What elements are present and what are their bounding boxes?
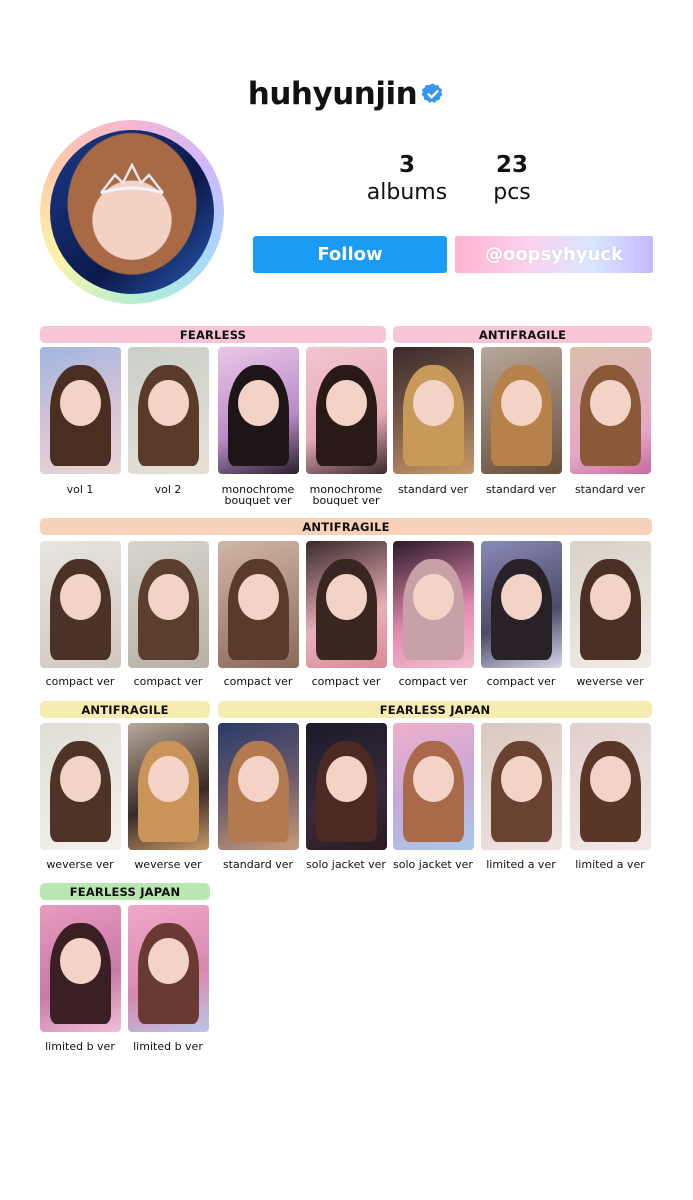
card-caption: limited b ver bbox=[133, 1040, 203, 1053]
card-caption: standard ver bbox=[574, 483, 646, 496]
photocard[interactable] bbox=[481, 347, 562, 474]
section-fearless-japan-2: FEARLESS JAPAN bbox=[40, 883, 210, 900]
card-caption: standard ver bbox=[222, 858, 294, 871]
photocard[interactable] bbox=[306, 541, 387, 668]
card-caption: compact ver bbox=[486, 675, 556, 688]
photocard[interactable] bbox=[393, 347, 474, 474]
card-caption: solo jacket ver bbox=[393, 858, 473, 871]
section-fearless-japan-1: FEARLESS JAPAN bbox=[218, 701, 652, 718]
photocard[interactable] bbox=[40, 723, 121, 850]
photocard[interactable] bbox=[306, 723, 387, 850]
albums-count: 3 bbox=[398, 152, 415, 178]
albums-stat[interactable]: 3 albums bbox=[365, 152, 449, 205]
card-caption: weverse ver bbox=[576, 675, 644, 688]
section-antifragile-2: ANTIFRAGILE bbox=[40, 518, 652, 535]
photocard[interactable] bbox=[218, 723, 299, 850]
card-caption: compact ver bbox=[45, 675, 115, 688]
card-caption: limited a ver bbox=[486, 858, 556, 871]
photocard[interactable] bbox=[128, 541, 209, 668]
card-caption: solo jacket ver bbox=[306, 858, 386, 871]
photocard[interactable] bbox=[40, 541, 121, 668]
follow-button[interactable]: Follow bbox=[253, 236, 447, 273]
card-caption: vol 2 bbox=[154, 483, 182, 496]
pcs-count: 23 bbox=[495, 152, 528, 178]
photocard[interactable] bbox=[40, 905, 121, 1032]
profile-header: huhyunjin bbox=[0, 74, 693, 114]
username: huhyunjin bbox=[247, 76, 418, 112]
verified-badge-icon bbox=[421, 83, 443, 103]
card-caption: weverse ver bbox=[134, 858, 202, 871]
card-caption: vol 1 bbox=[66, 483, 94, 496]
photocard[interactable] bbox=[570, 723, 651, 850]
photocard[interactable] bbox=[570, 347, 651, 474]
photocard[interactable] bbox=[128, 347, 209, 474]
photocard[interactable] bbox=[218, 347, 299, 474]
photocard[interactable] bbox=[481, 541, 562, 668]
photocard[interactable] bbox=[570, 541, 651, 668]
handle-button[interactable]: @oopsyhyuck bbox=[455, 236, 653, 273]
photocard[interactable] bbox=[40, 347, 121, 474]
pcs-label: pcs bbox=[493, 180, 531, 205]
card-caption: standard ver bbox=[397, 483, 469, 496]
photocard[interactable] bbox=[393, 541, 474, 668]
card-caption: limited a ver bbox=[575, 858, 645, 871]
section-fearless: FEARLESS bbox=[40, 326, 386, 343]
avatar[interactable] bbox=[50, 130, 214, 294]
card-caption: compact ver bbox=[133, 675, 203, 688]
albums-label: albums bbox=[366, 180, 448, 205]
photocard[interactable] bbox=[218, 541, 299, 668]
tiara-graphic bbox=[100, 162, 164, 195]
photocard[interactable] bbox=[306, 347, 387, 474]
section-antifragile-1: ANTIFRAGILE bbox=[393, 326, 652, 343]
card-caption: weverse ver bbox=[46, 858, 114, 871]
card-caption: standard ver bbox=[485, 483, 557, 496]
photocard[interactable] bbox=[128, 905, 209, 1032]
card-caption: monochrome bouquet ver bbox=[309, 483, 383, 507]
section-antifragile-3: ANTIFRAGILE bbox=[40, 701, 210, 718]
card-caption: compact ver bbox=[398, 675, 468, 688]
card-caption: compact ver bbox=[311, 675, 381, 688]
pcs-stat[interactable]: 23 pcs bbox=[480, 152, 544, 205]
photocard[interactable] bbox=[128, 723, 209, 850]
photocard[interactable] bbox=[481, 723, 562, 850]
card-caption: monochrome bouquet ver bbox=[221, 483, 295, 507]
card-caption: compact ver bbox=[223, 675, 293, 688]
card-caption: limited b ver bbox=[45, 1040, 115, 1053]
photocard[interactable] bbox=[393, 723, 474, 850]
